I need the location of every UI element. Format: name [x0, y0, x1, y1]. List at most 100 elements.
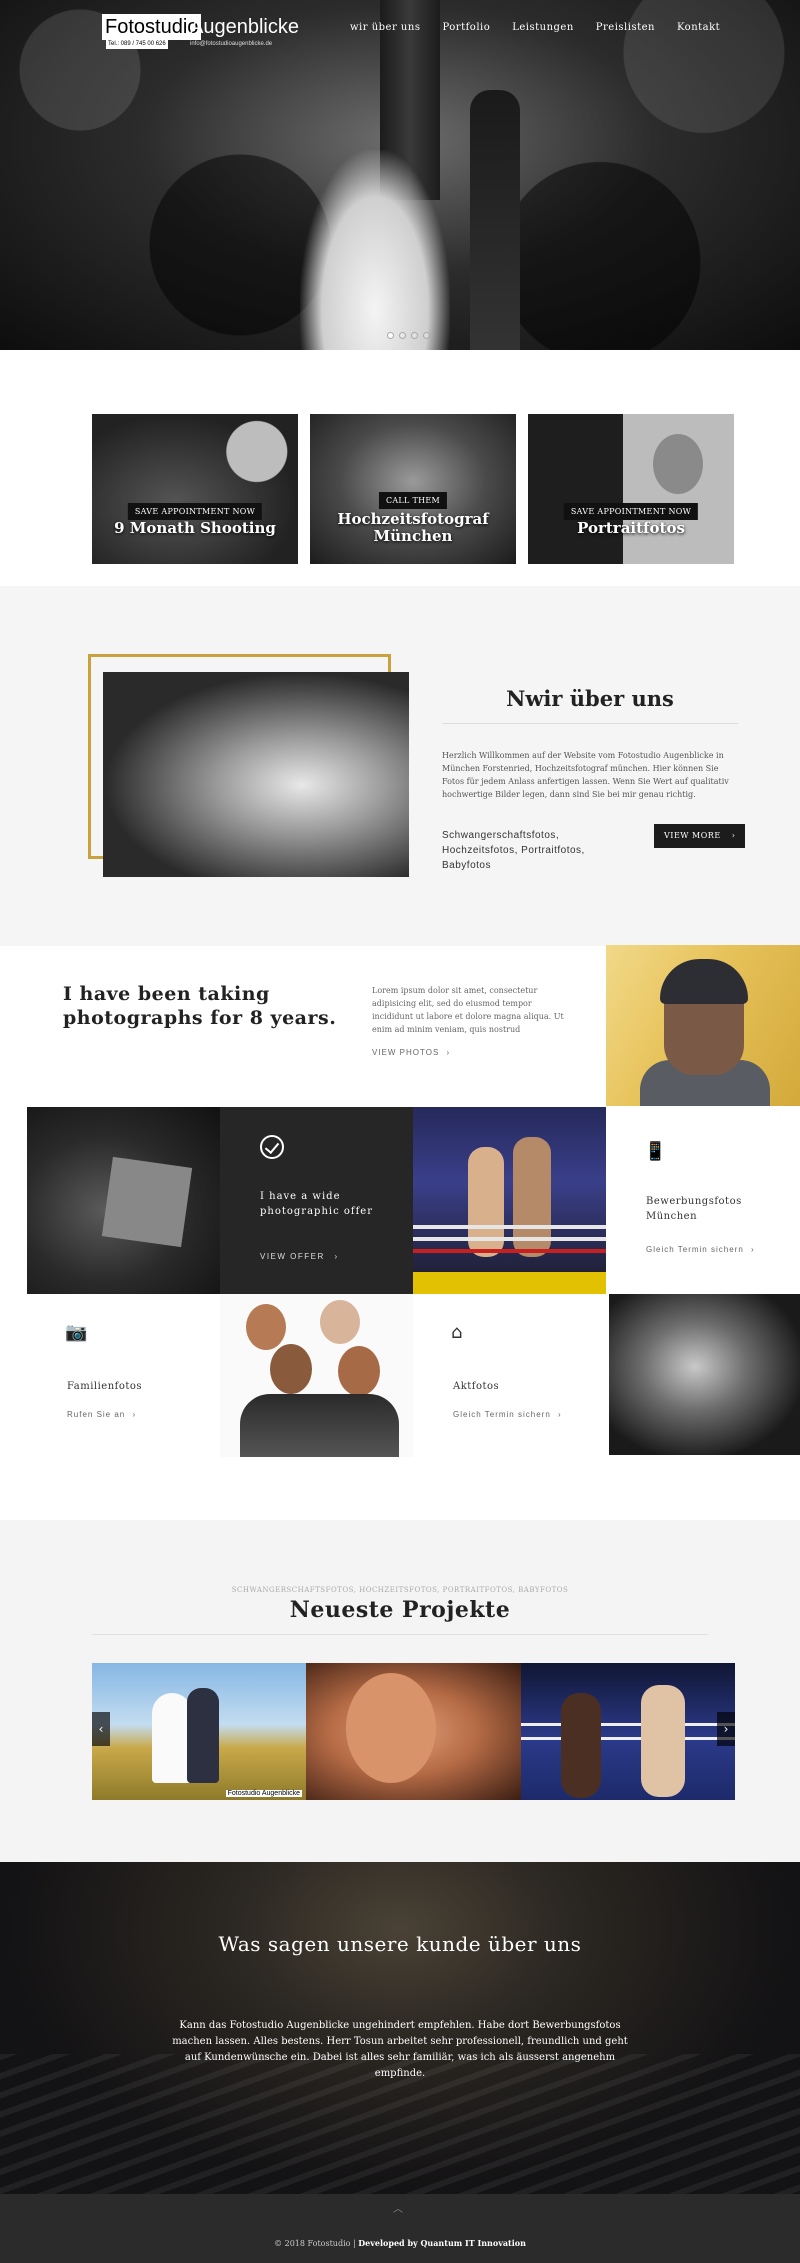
slider-dots	[387, 332, 430, 339]
view-offer-link[interactable]: VIEW OFFER ›	[260, 1252, 339, 1261]
nav-wir-uber-uns[interactable]: wir über uns	[350, 22, 420, 33]
service-link[interactable]: Gleich Termin sichern ›	[453, 1410, 562, 1419]
tile-9-monath-shooting[interactable]: SAVE APPOINTMENT NOW 9 Monath Shooting	[92, 414, 298, 564]
chevron-left-icon: ‹	[98, 1722, 104, 1736]
logo-word-1: Fotostudio	[102, 14, 202, 40]
about-photo	[103, 672, 409, 877]
boxing-photo	[413, 1107, 606, 1294]
service-familienfotos[interactable]: 📷 Familienfotos Rufen Sie an ›	[27, 1294, 220, 1457]
nav-leistungen[interactable]: Leistungen	[512, 22, 574, 33]
logo-word-2: Augenblicke	[190, 16, 299, 38]
chevron-right-icon: ›	[723, 1722, 729, 1736]
hero-slider: Fotostudio Augenblicke Tel.: 089 / 745 0…	[0, 0, 800, 350]
ring-ropes	[413, 1225, 606, 1229]
carousel-next-button[interactable]: ›	[717, 1712, 735, 1746]
footer-copyright: © 2018 Fotostudio | Developed by Quantum…	[0, 2238, 800, 2248]
ring-mat	[413, 1272, 606, 1294]
divider	[92, 1634, 708, 1635]
hat-shape	[660, 959, 748, 1004]
projects-subtitle: SCHWANGERSCHAFTSFOTOS, HOCHZEITSFOTOS, P…	[231, 1586, 569, 1594]
view-more-button[interactable]: VIEW MORE ›	[654, 824, 746, 848]
nav-preislisten[interactable]: Preislisten	[596, 22, 655, 33]
view-photos-link[interactable]: VIEW PHOTOS ›	[372, 1048, 450, 1057]
check-circle-icon	[260, 1135, 284, 1159]
project-boxing[interactable]	[521, 1663, 735, 1800]
offer-card[interactable]: I have a wide photographic offer VIEW OF…	[220, 1107, 413, 1294]
aktfoto-photo	[609, 1294, 800, 1455]
tile-title: 9 Monath Shooting	[114, 519, 276, 537]
person-3	[270, 1344, 312, 1394]
service-bewerbungsfotos[interactable]: 📱 Bewerbungsfotos München Gleich Termin …	[606, 1107, 800, 1294]
service-link-label: Gleich Termin sichern	[453, 1410, 551, 1419]
ring-ropes	[521, 1723, 735, 1726]
chevron-right-icon: ›	[731, 831, 736, 840]
service-link-label: Gleich Termin sichern	[646, 1245, 744, 1254]
scroll-top-icon[interactable]: ︿	[393, 2200, 403, 2215]
service-link-label: Rufen Sie an	[67, 1410, 126, 1419]
chevron-right-icon: ›	[751, 1245, 755, 1254]
projects-section: SCHWANGERSCHAFTSFOTOS, HOCHZEITSFOTOS, P…	[0, 1520, 800, 1862]
slider-dot-2[interactable]	[399, 332, 406, 339]
chevron-right-icon: ›	[446, 1048, 451, 1057]
developer-link[interactable]: Developed by Quantum IT Innovation	[358, 2238, 526, 2248]
boxer-2	[513, 1137, 551, 1257]
copyright-text: © 2018 Fotostudio |	[274, 2239, 359, 2248]
boxer-1	[468, 1147, 504, 1257]
service-title: Bewerbungsfotos München	[646, 1196, 742, 1222]
divider	[442, 723, 738, 724]
person-2	[320, 1300, 360, 1344]
camera-photo	[27, 1107, 220, 1294]
about-section: Nwir über uns Herzlich Willkommen auf de…	[0, 586, 800, 946]
service-title: Aktfotos	[453, 1381, 500, 1392]
nav-portfolio[interactable]: Portfolio	[442, 22, 490, 33]
project-baby[interactable]	[306, 1663, 521, 1800]
intro-body: Lorem ipsum dolor sit amet, consectetur …	[372, 986, 564, 1034]
tile-badge[interactable]: CALL THEM	[378, 492, 448, 509]
about-body: Herzlich Willkommen auf der Website vom …	[442, 751, 729, 799]
projects-heading: Neueste Projekte	[289, 1597, 511, 1623]
camera-screen	[101, 1156, 193, 1248]
view-photos-label: VIEW PHOTOS	[372, 1048, 440, 1057]
chevron-right-icon: ›	[334, 1252, 339, 1261]
nav-kontakt[interactable]: Kontakt	[677, 22, 720, 33]
slider-dot-4[interactable]	[423, 332, 430, 339]
footer: ︿ © 2018 Fotostudio | Developed by Quant…	[0, 2194, 800, 2263]
view-offer-label: VIEW OFFER	[260, 1252, 325, 1261]
logo-phone: Tel.: 089 / 745 00 626	[106, 40, 168, 49]
chevron-right-icon: ›	[132, 1410, 137, 1419]
tripod-icon: ⌂	[451, 1322, 463, 1343]
slider-dot-1[interactable]	[387, 332, 394, 339]
tile-portraitfotos[interactable]: SAVE APPOINTMENT NOW Portraitfotos	[528, 414, 734, 564]
face-shape	[346, 1673, 436, 1783]
slider-dot-3[interactable]	[411, 332, 418, 339]
tile-image	[92, 414, 298, 564]
family-photo	[220, 1294, 413, 1457]
about-heading: Nwir über uns	[506, 686, 674, 711]
tile-badge[interactable]: SAVE APPOINTMENT NOW	[563, 503, 699, 520]
about-tags: Schwangerschaftsfotos, Hochzeitsfotos, P…	[442, 830, 585, 871]
offer-title: I have a wide photographic offer	[260, 1191, 373, 1217]
project-wedding[interactable]: Fotostudio Augenblicke	[92, 1663, 306, 1800]
intro-title: I have been taking photographs for 8 yea…	[63, 983, 337, 1029]
view-more-label: VIEW MORE	[664, 831, 721, 840]
tile-badge[interactable]: SAVE APPOINTMENT NOW	[127, 503, 263, 520]
boxer-1	[561, 1693, 601, 1798]
testimonial-section: Was sagen unsere kunde über uns Kann das…	[0, 1862, 800, 2194]
person-4	[338, 1346, 380, 1396]
person-1	[246, 1304, 286, 1350]
testimonial-quote: Kann das Fotostudio Augenblicke ungehind…	[172, 2020, 628, 2079]
tile-title: Portraitfotos	[577, 519, 685, 537]
tile-title: Hochzeitsfotograf München	[337, 510, 489, 545]
family-bodies	[240, 1394, 399, 1457]
service-link[interactable]: Rufen Sie an ›	[67, 1410, 136, 1419]
phone-icon: 📱	[644, 1141, 667, 1162]
service-link[interactable]: Gleich Termin sichern ›	[646, 1245, 755, 1254]
bride-figure	[300, 150, 450, 350]
tile-image	[528, 414, 734, 564]
watermark: Fotostudio Augenblicke	[225, 1790, 302, 1797]
tile-hochzeitsfotograf[interactable]: CALL THEM Hochzeitsfotograf München	[310, 414, 516, 564]
carousel-prev-button[interactable]: ‹	[92, 1712, 110, 1746]
logo-email: info@fotostudioaugenblicke.de	[190, 41, 273, 47]
site-logo[interactable]: Fotostudio Augenblicke Tel.: 089 / 745 0…	[102, 14, 299, 49]
service-aktfotos[interactable]: ⌂ Aktfotos Gleich Termin sichern ›	[413, 1294, 609, 1457]
